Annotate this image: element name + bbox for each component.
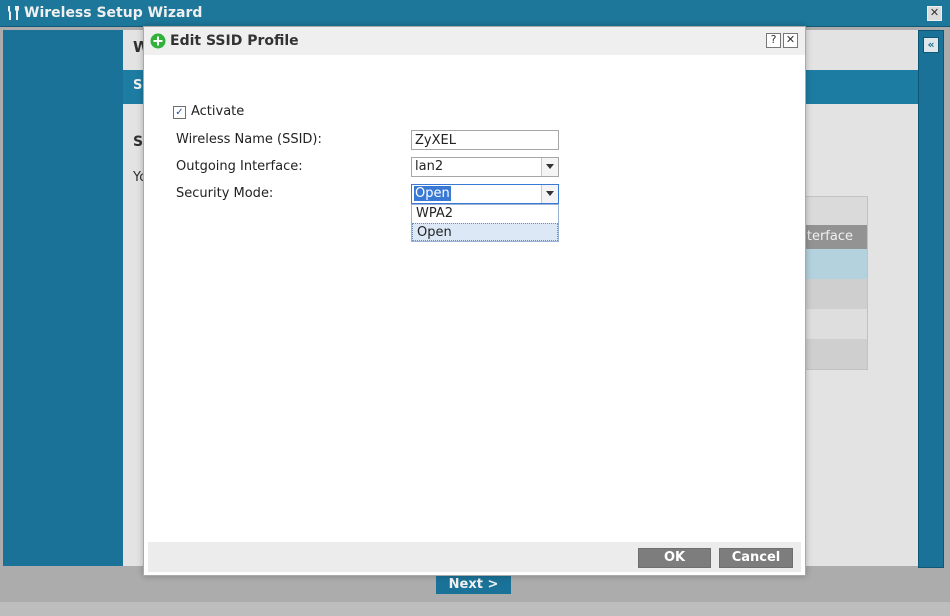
dialog-titlebar: Edit SSID Profile ? ✕ xyxy=(144,27,805,55)
edit-ssid-dialog: Edit SSID Profile ? ✕ ✓ Activate Wireles… xyxy=(143,26,806,576)
dialog-close-icon[interactable]: ✕ xyxy=(783,33,798,48)
security-option-wpa2[interactable]: WPA2 xyxy=(412,205,558,223)
ssid-field xyxy=(411,130,559,150)
security-mode-value: Open xyxy=(414,186,451,201)
help-icon[interactable]: ? xyxy=(766,33,781,48)
dialog-footer: OK Cancel xyxy=(148,542,801,572)
ssid-label: Wireless Name (SSID): xyxy=(176,132,322,147)
security-option-open[interactable]: Open xyxy=(412,223,558,241)
security-mode-dropdown: WPA2 Open xyxy=(411,204,559,242)
activate-label: Activate xyxy=(191,104,245,119)
chevron-down-icon[interactable] xyxy=(541,158,558,176)
cancel-button[interactable]: Cancel xyxy=(719,548,793,568)
ok-button[interactable]: OK xyxy=(638,548,711,568)
security-mode-label: Security Mode: xyxy=(176,186,274,201)
outgoing-interface-select[interactable]: lan2 xyxy=(411,157,559,177)
dialog-content: ✓ Activate Wireless Name (SSID): Outgoin… xyxy=(148,55,801,541)
activate-checkbox[interactable]: ✓ xyxy=(173,106,186,119)
dialog-title: Edit SSID Profile xyxy=(170,33,299,49)
security-mode-select[interactable]: Open xyxy=(411,184,559,204)
outgoing-interface-value: lan2 xyxy=(415,159,444,174)
chevron-down-icon[interactable] xyxy=(541,185,558,203)
outgoing-interface-label: Outgoing Interface: xyxy=(176,159,303,174)
ssid-input[interactable] xyxy=(412,131,558,149)
add-icon xyxy=(150,33,166,49)
